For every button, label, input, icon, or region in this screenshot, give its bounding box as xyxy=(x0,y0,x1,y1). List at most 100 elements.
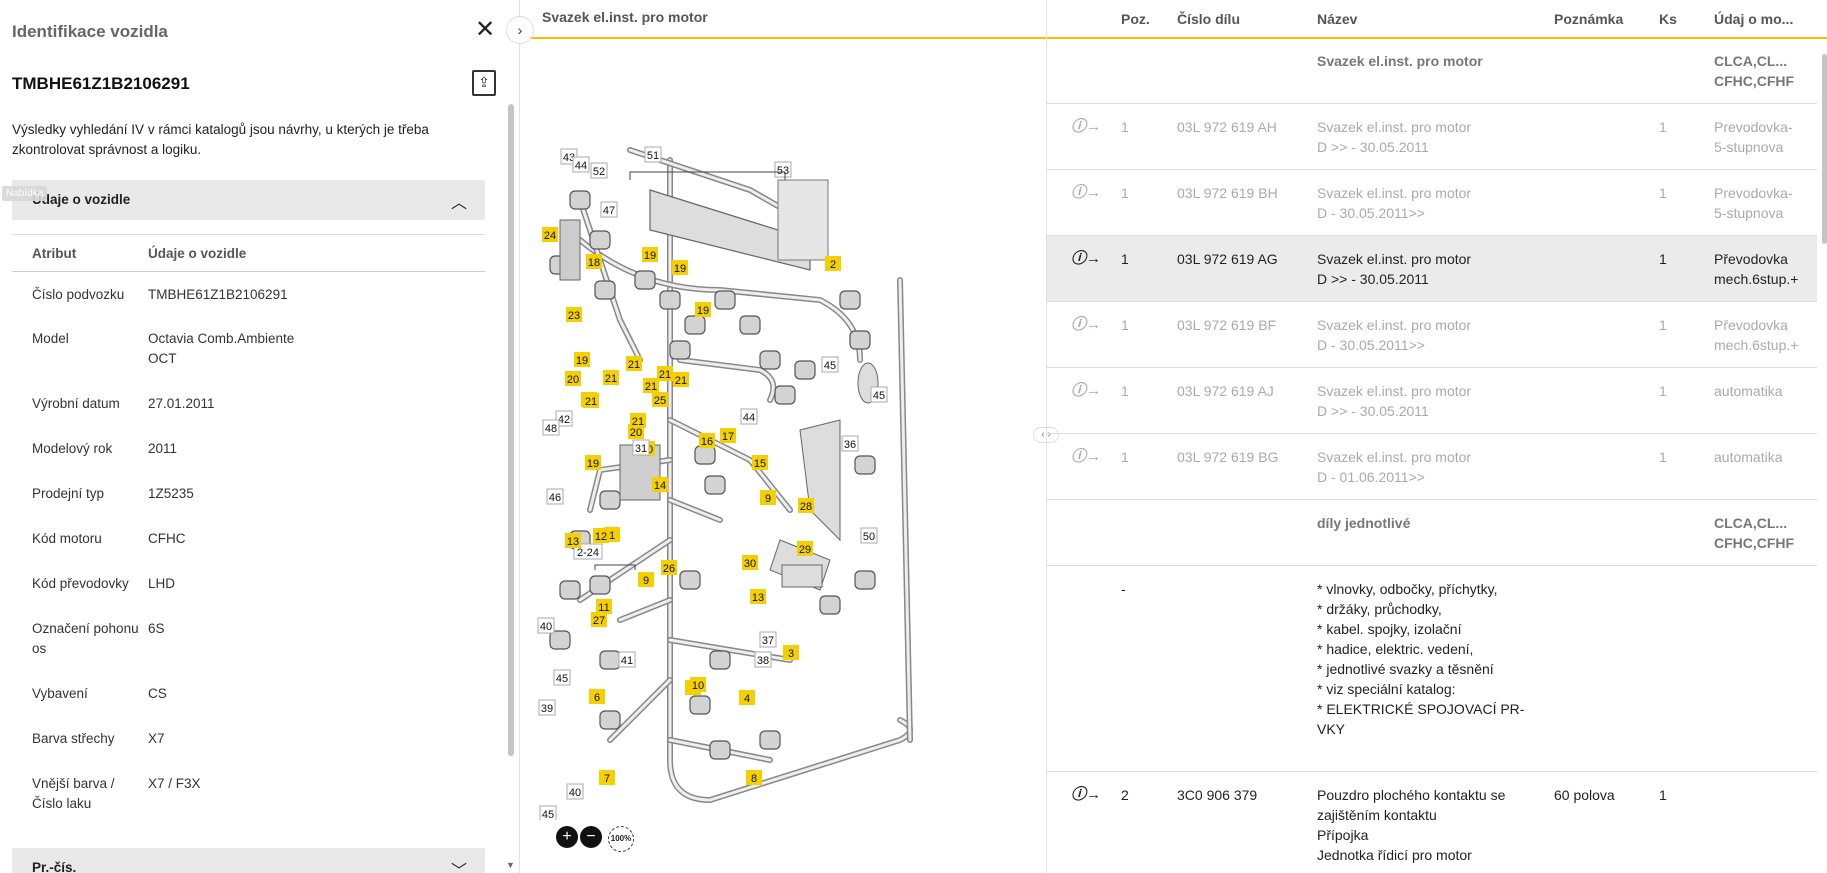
connector xyxy=(669,340,691,360)
column-header[interactable]: Poz. xyxy=(1121,11,1150,27)
callout-label: 41 xyxy=(621,655,633,667)
position: 1 xyxy=(1121,317,1129,333)
connector xyxy=(709,650,731,670)
callout-label: 19 xyxy=(697,305,709,317)
column-header[interactable]: Poznámka xyxy=(1554,11,1623,27)
column-header[interactable]: Údaj o mo... xyxy=(1714,11,1793,27)
part-number: 03L 972 619 BF xyxy=(1177,317,1277,333)
info-icon[interactable]: ⓘ→ xyxy=(1071,381,1101,403)
position: 1 xyxy=(1121,185,1129,201)
attribute-value: CFHC xyxy=(148,531,186,546)
callout-label: 21 xyxy=(585,396,597,408)
attribute-label: Barva střechy xyxy=(32,731,115,746)
info-icon[interactable]: ⓘ→ xyxy=(1071,315,1101,337)
info-icon[interactable]: ⓘ→ xyxy=(1071,447,1101,469)
info-icon[interactable]: ⓘ→ xyxy=(1071,183,1101,205)
quantity: 1 xyxy=(1659,185,1667,201)
connector xyxy=(819,595,841,615)
callout-label: 24 xyxy=(544,230,556,242)
group-row[interactable]: Svazek el.inst. pro motor CLCA,CL... CFHC… xyxy=(1047,38,1817,104)
connector xyxy=(679,570,701,590)
part-name: Svazek el.inst. pro motor D - 01.06.2011… xyxy=(1317,449,1472,485)
connector xyxy=(759,350,781,370)
accordion-label: Pr.-čís. xyxy=(32,860,77,873)
callout-label: 27 xyxy=(593,615,605,627)
callout-label: 19 xyxy=(644,250,656,262)
attribute-label: Model xyxy=(32,331,69,346)
connector xyxy=(839,290,861,310)
close-icon[interactable]: ✕ xyxy=(474,18,496,42)
attribute-value: X7 / F3X xyxy=(148,776,201,791)
callout-label: 21 xyxy=(605,373,617,385)
table-row[interactable]: ⓘ→ 1 03L 972 619 BH Svazek el.inst. pro mot… xyxy=(1047,170,1817,236)
callout-label: 48 xyxy=(545,423,557,435)
zoom-reset-icon[interactable]: 100% xyxy=(608,826,634,852)
connector xyxy=(684,315,706,335)
callout-label: 36 xyxy=(844,439,856,451)
table-row[interactable]: ⓘ→ 1 03L 972 619 AG Svazek el.inst. pro mot… xyxy=(1047,236,1817,302)
column-header[interactable]: Název xyxy=(1317,11,1357,27)
part-name: Svazek el.inst. pro motor D - 30.05.2011… xyxy=(1317,317,1472,353)
callout-label: 39 xyxy=(541,703,553,715)
callout-label: 38 xyxy=(757,655,769,667)
table-header: Atribut Údaje o vozidle xyxy=(12,234,485,272)
attribute-label: Kód motoru xyxy=(32,531,102,546)
info-icon[interactable]: ⓘ→ xyxy=(1071,785,1101,807)
connector xyxy=(704,475,726,495)
callout-label: 19 xyxy=(587,458,599,470)
quantity: 1 xyxy=(1659,119,1667,135)
connector xyxy=(774,385,796,405)
part-name: Svazek el.inst. pro motor D >> - 30.05.2… xyxy=(1317,119,1472,155)
table-row[interactable]: ⓘ→ 2 3C0 906 379 Pouzdro plochého kontaktu … xyxy=(1047,772,1817,873)
wiring-harness-diagram[interactable]: 12-2423456789910111213131415161718191919… xyxy=(520,40,1046,820)
part-number: 03L 972 619 AG xyxy=(1177,251,1278,267)
callout-label: 17 xyxy=(722,431,734,443)
attribute-value: 6S xyxy=(148,621,165,636)
part-name: Svazek el.inst. pro motor D >> - 30.05.2… xyxy=(1317,251,1472,287)
callout-label: 45 xyxy=(824,360,836,372)
table-row[interactable]: ⓘ→ 1 03L 972 619 AH Svazek el.inst. pro mot… xyxy=(1047,104,1817,170)
attribute-value: 1Z5235 xyxy=(148,486,194,501)
vehicle-data-accordion[interactable]: Údaje o vozidle ︿ xyxy=(12,180,485,220)
pr-number-accordion[interactable]: Pr.-čís. ﹀ xyxy=(12,848,485,873)
table-row[interactable]: ⓘ→ 1 03L 972 619 BG Svazek el.inst. pro mot… xyxy=(1047,434,1817,500)
group-row[interactable]: díly jednotlivé CLCA,CL... CFHC,CFHF xyxy=(1047,500,1817,566)
export-icon[interactable]: ⇪ xyxy=(472,70,496,96)
table-row[interactable]: - * vlnovky, odbočky, příchytky, * držáky… xyxy=(1047,566,1817,772)
connector xyxy=(694,445,716,465)
left-scrollbar[interactable] xyxy=(508,104,514,756)
column-header[interactable]: Číslo dílu xyxy=(1177,11,1240,27)
position: 1 xyxy=(1121,449,1129,465)
callout-label: 12 xyxy=(595,531,607,543)
connector xyxy=(689,695,711,715)
callout-label: 52 xyxy=(593,166,605,178)
callout-label: 7 xyxy=(604,773,610,785)
callout-label: 9 xyxy=(643,575,649,587)
right-scrollbar[interactable] xyxy=(1822,54,1827,244)
connector xyxy=(569,190,591,210)
disclaimer-note: Výsledky vyhledání IV v rámci katalogů j… xyxy=(12,122,429,157)
position: 1 xyxy=(1121,383,1129,399)
connector xyxy=(854,455,876,475)
attribute-value: X7 xyxy=(148,731,165,746)
zoom-in-icon[interactable]: + xyxy=(556,826,578,848)
connector xyxy=(714,290,736,310)
connector xyxy=(854,570,876,590)
column-header: Atribut xyxy=(32,245,77,261)
column-header[interactable]: Ks xyxy=(1659,11,1677,27)
group-name: Svazek el.inst. pro motor xyxy=(1317,53,1483,69)
callout-label: 25 xyxy=(654,395,666,407)
table-row[interactable]: ⓘ→ 1 03L 972 619 AJ Svazek el.inst. pro mot… xyxy=(1047,368,1817,434)
callout-label: 45 xyxy=(556,673,568,685)
callout-label: 2-24 xyxy=(577,547,599,559)
harness-wire-highlight xyxy=(618,598,672,622)
callout-label: 31 xyxy=(635,443,647,455)
callout-label: 50 xyxy=(863,531,875,543)
table-row[interactable]: ⓘ→ 1 03L 972 619 BF Svazek el.inst. pro mot… xyxy=(1047,302,1817,368)
scroll-down-icon[interactable]: ▼ xyxy=(506,860,515,870)
info-icon[interactable]: ⓘ→ xyxy=(1071,249,1101,271)
callout-label: 42 xyxy=(558,414,570,426)
chevron-right-icon[interactable]: › xyxy=(506,16,534,44)
zoom-out-icon[interactable]: − xyxy=(580,826,602,848)
info-icon[interactable]: ⓘ→ xyxy=(1071,117,1101,139)
